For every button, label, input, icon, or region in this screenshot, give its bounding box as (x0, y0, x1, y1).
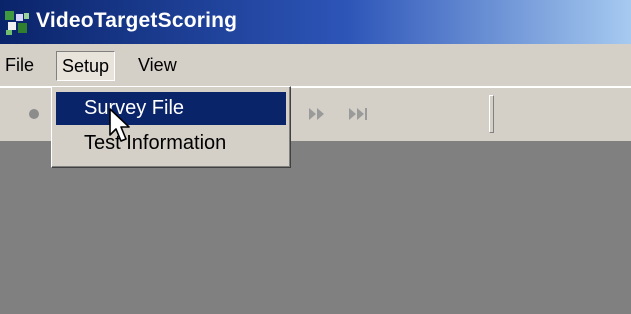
menu-bar: File Setup View (0, 44, 631, 87)
menu-item-test-information[interactable]: Test Information (56, 127, 286, 160)
title-bar[interactable]: VideoTargetScoring (0, 0, 631, 44)
mouse-cursor-icon (109, 108, 130, 142)
record-icon (29, 109, 39, 119)
window-title: VideoTargetScoring (36, 9, 238, 32)
menu-view[interactable]: View (133, 52, 182, 78)
menu-item-survey-file[interactable]: Survey File (56, 92, 286, 125)
fast-forward-button[interactable] (300, 98, 334, 130)
fast-forward-icon (309, 108, 324, 120)
menu-file[interactable]: File (0, 52, 39, 78)
menu-setup[interactable]: Setup (56, 51, 116, 81)
app-window: VideoTargetScoring File Setup View Surve… (0, 0, 631, 314)
setup-dropdown-menu: Survey File Test Information (51, 86, 291, 168)
record-button[interactable] (17, 98, 51, 130)
app-icon (5, 11, 29, 35)
skip-to-end-icon (349, 108, 367, 120)
toolbar-separator (489, 95, 494, 133)
skip-to-end-button[interactable] (342, 98, 376, 130)
